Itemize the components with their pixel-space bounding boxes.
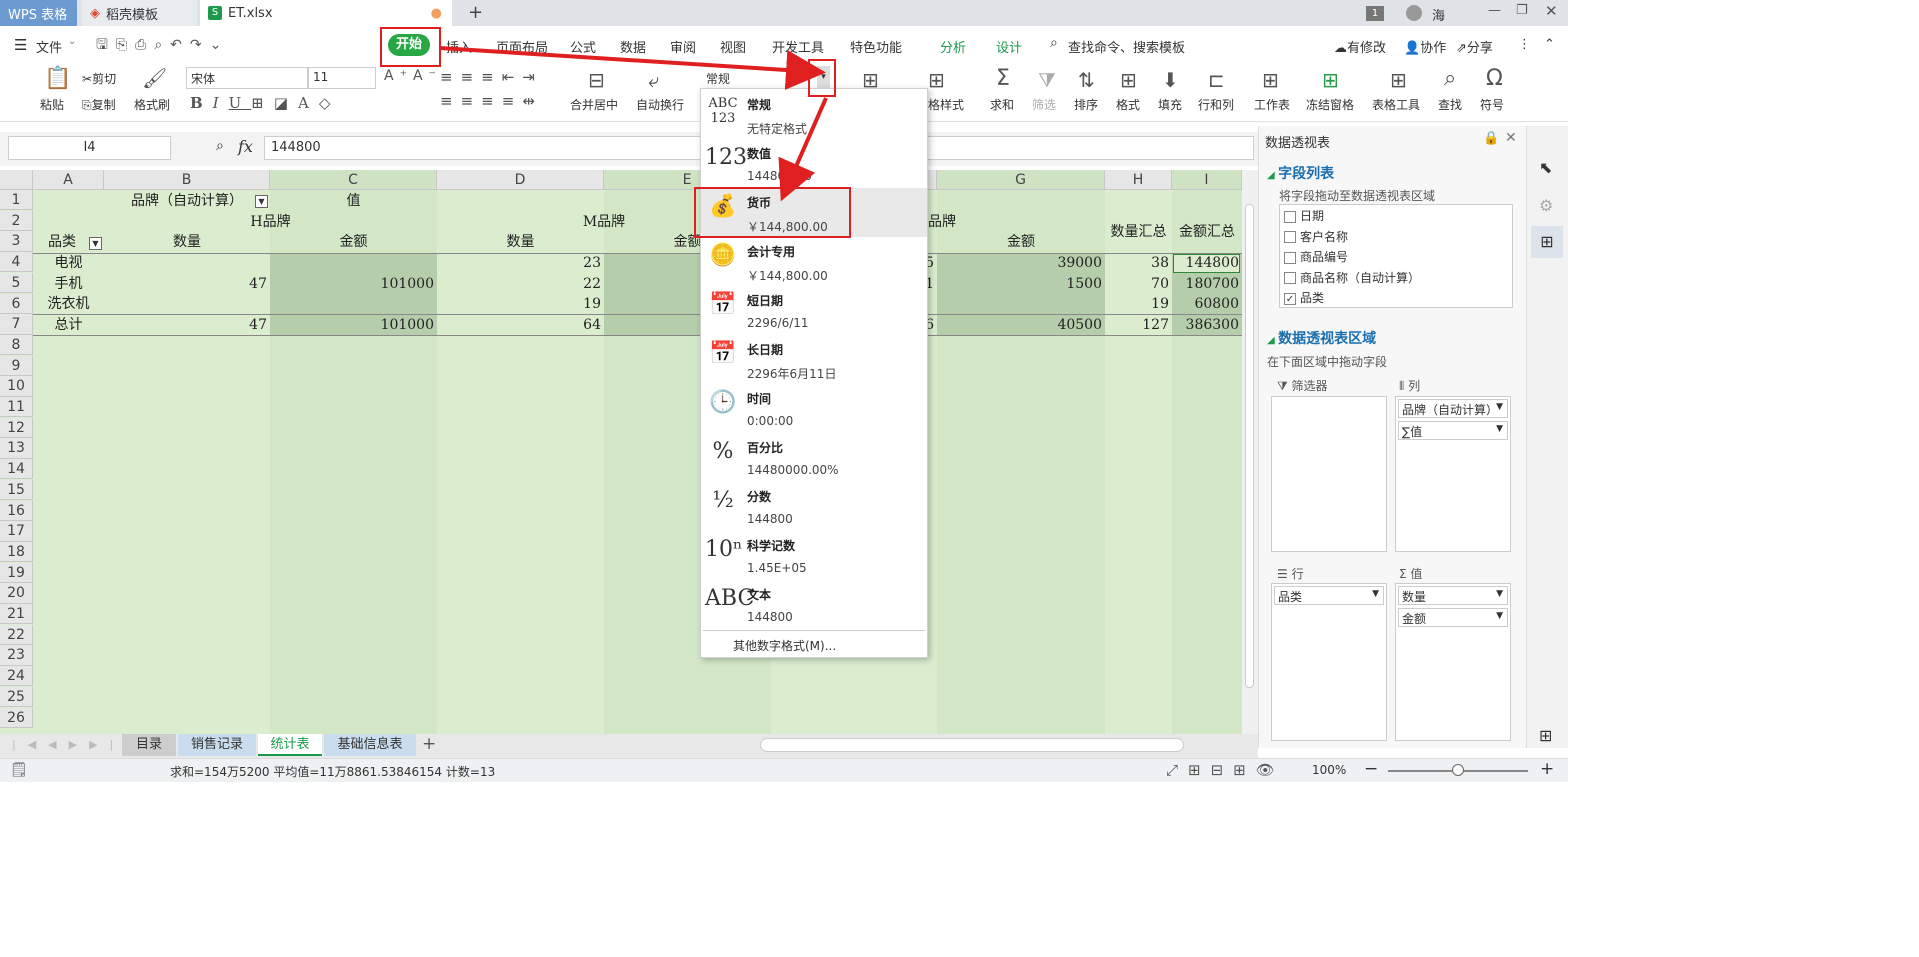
zoom-slider-handle[interactable] bbox=[1452, 764, 1464, 776]
cursor-icon[interactable]: ⬉ bbox=[1539, 158, 1552, 177]
field-label: 商品编号 bbox=[1300, 250, 1349, 264]
horizontal-scrollbar[interactable] bbox=[760, 738, 1184, 752]
field-list-label: 字段列表 bbox=[1278, 166, 1335, 182]
field-label: 品类 bbox=[1300, 291, 1325, 305]
sheet-tab-sales[interactable]: 销售记录 bbox=[178, 734, 256, 756]
add-sheet-icon[interactable]: + bbox=[422, 734, 436, 754]
pivot-area-hint: 在下面区域中拖动字段 bbox=[1267, 355, 1388, 369]
checkbox-icon[interactable] bbox=[1284, 251, 1296, 264]
column-area-icon: ⦀ bbox=[1399, 379, 1409, 393]
pivot-panel-icon[interactable]: ⊞ bbox=[1531, 226, 1563, 258]
sheet-nav-icons[interactable]: |◀◀▶▶| bbox=[12, 738, 125, 751]
row-drop-area[interactable]: 品类 ▼ bbox=[1271, 583, 1387, 741]
field-checkbox-item[interactable]: 商品编号 bbox=[1284, 248, 1348, 266]
filter-area-text: 筛选器 bbox=[1291, 379, 1328, 393]
properties-icon[interactable]: ⚙ bbox=[1539, 196, 1553, 215]
arrow-to-dropdown bbox=[439, 46, 826, 90]
field-checkbox-item[interactable]: 客户名称 bbox=[1284, 228, 1348, 246]
zoom-out-icon[interactable]: − bbox=[1364, 759, 1378, 779]
filter-area-icon: ⧩ bbox=[1277, 379, 1292, 393]
panel-close-icon[interactable]: ✕ bbox=[1505, 130, 1517, 146]
chevron-down-icon[interactable]: ▼ bbox=[1372, 589, 1379, 599]
pivot-field-chip[interactable]: 金额 ▼ bbox=[1398, 608, 1508, 627]
chevron-down-icon[interactable]: ▼ bbox=[1496, 402, 1503, 412]
pivot-area-label: 数据透视表区域 bbox=[1278, 331, 1377, 347]
zoom-in-icon[interactable]: + bbox=[1540, 759, 1554, 779]
chevron-down-icon[interactable]: ▼ bbox=[1496, 589, 1503, 599]
pivot-field-chip-label: 金额 bbox=[1402, 612, 1427, 626]
row-area-text: 行 bbox=[1291, 567, 1304, 581]
field-label: 日期 bbox=[1300, 209, 1325, 223]
sigma-icon: Σ bbox=[1399, 567, 1411, 581]
field-list-heading: ◢ 字段列表 bbox=[1267, 166, 1335, 182]
value-area-text: 值 bbox=[1410, 567, 1423, 581]
field-label: 客户名称 bbox=[1300, 229, 1349, 244]
field-label: 商品名称（自动计算） bbox=[1300, 270, 1421, 285]
row-area-icon: ☰ bbox=[1277, 567, 1292, 581]
pivot-field-chip-label: ∑值 bbox=[1402, 425, 1423, 439]
sheet-tab-base[interactable]: 基础信息表 bbox=[324, 734, 416, 756]
checkbox-icon[interactable] bbox=[1284, 231, 1296, 243]
sheet-tab-toc[interactable]: 目录 bbox=[122, 734, 176, 756]
sheet-status-icon[interactable]: 🗒 bbox=[10, 762, 28, 778]
field-list-hint: 将字段拖动至数据透视表区域 bbox=[1279, 189, 1436, 203]
row-area-label: ☰ 行 bbox=[1277, 565, 1304, 582]
column-area-text: 列 bbox=[1408, 379, 1421, 393]
right-tool-strip: ⬉ ⚙ ⊞ ⊞ bbox=[1526, 126, 1568, 748]
field-checkbox-item[interactable]: 商品名称（自动计算） bbox=[1284, 269, 1420, 287]
column-drop-area[interactable]: 品牌（自动计算） ▼ ∑值 ▼ bbox=[1395, 396, 1511, 552]
sheet-tab-bar: |◀◀▶▶| 目录 销售记录 统计表 基础信息表 + bbox=[0, 734, 1258, 758]
chevron-down-icon[interactable]: ▼ bbox=[1496, 611, 1503, 621]
panel-title[interactable]: 数据透视表 bbox=[1265, 132, 1330, 151]
filter-drop-area[interactable] bbox=[1271, 396, 1387, 552]
pivot-field-chip[interactable]: 品类 ▼ bbox=[1274, 586, 1384, 605]
arrow-to-currency bbox=[778, 97, 828, 202]
pivot-field-chip[interactable]: ∑值 ▼ bbox=[1398, 421, 1508, 440]
pivot-area-heading: ◢ 数据透视表区域 bbox=[1267, 331, 1377, 347]
view-mode-icons[interactable]: ⤢⊞⊟⊞👁 bbox=[1166, 761, 1285, 779]
grid-apps-icon[interactable]: ⊞ bbox=[1539, 726, 1552, 745]
value-area-label: Σ 值 bbox=[1399, 565, 1422, 582]
pivot-field-chip-label: 数量 bbox=[1402, 590, 1427, 604]
checkbox-icon[interactable] bbox=[1284, 272, 1296, 284]
sheet-tab-stats[interactable]: 统计表 bbox=[258, 734, 322, 756]
filter-area-label: ⧩ 筛选器 bbox=[1277, 377, 1328, 394]
lock-icon[interactable]: 🔒 bbox=[1483, 131, 1499, 146]
pivot-field-chip[interactable]: 品牌（自动计算） ▼ bbox=[1398, 399, 1508, 418]
zoom-level[interactable]: 100% bbox=[1312, 763, 1346, 777]
field-checkbox-item[interactable]: ✓ 品类 bbox=[1284, 289, 1324, 307]
checkbox-icon[interactable] bbox=[1284, 210, 1296, 223]
field-list-box: 日期客户名称商品编号商品名称（自动计算） ✓ 品类 bbox=[1279, 204, 1513, 308]
value-drop-area[interactable]: 数量 ▼ 金额 ▼ bbox=[1395, 583, 1511, 741]
status-bar: 🗒 求和=154万5200 平均值=11万8861.53846154 计数=13… bbox=[0, 758, 1568, 782]
pivot-field-chip[interactable]: 数量 ▼ bbox=[1398, 586, 1508, 605]
pivot-field-chip-label: 品类 bbox=[1278, 590, 1303, 604]
pivot-table-panel: 数据透视表 🔒 ✕ ◢ 字段列表 将字段拖动至数据透视表区域 日期客户名称商品编… bbox=[1258, 126, 1526, 748]
field-checkbox-item[interactable]: 日期 bbox=[1284, 207, 1324, 225]
pivot-field-chip-label: 品牌（自动计算） bbox=[1402, 403, 1499, 417]
column-area-label: ⦀ 列 bbox=[1399, 377, 1420, 394]
checkbox-icon[interactable]: ✓ bbox=[1284, 292, 1296, 305]
selection-stats: 求和=154万5200 平均值=11万8861.53846154 计数=13 bbox=[170, 765, 496, 779]
chevron-down-icon[interactable]: ▼ bbox=[1496, 424, 1503, 434]
